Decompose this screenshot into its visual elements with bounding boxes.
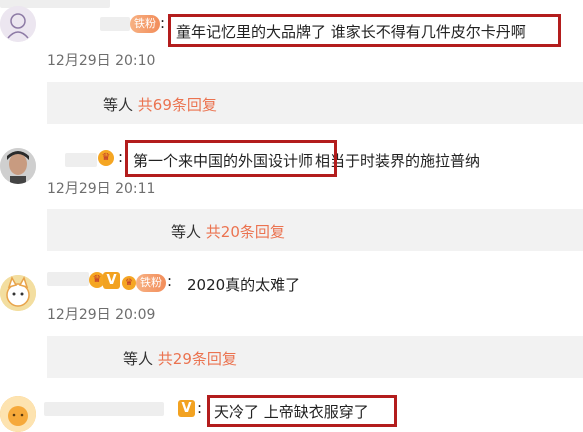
reply-prefix: 等人 bbox=[103, 96, 134, 114]
comment-time: 12月29日 20:09 bbox=[47, 307, 156, 323]
fans-badge: 铁粉 bbox=[136, 274, 166, 292]
colon: : bbox=[118, 148, 124, 166]
avatar[interactable] bbox=[0, 396, 36, 432]
avatar-illustration-icon bbox=[0, 6, 36, 42]
fans-crown-icon: ♛ bbox=[122, 276, 136, 290]
avatar-cat-icon bbox=[0, 275, 36, 311]
replies-link[interactable]: 共29条回复 bbox=[158, 350, 237, 368]
comment-text: 2020真的太难了 bbox=[187, 276, 301, 294]
crown-icon: ♛ bbox=[98, 150, 114, 166]
username[interactable] bbox=[65, 153, 97, 167]
reply-summary[interactable]: 等人 共29条回复 bbox=[47, 336, 583, 378]
reply-prefix: 等人 bbox=[171, 223, 202, 241]
avatar[interactable] bbox=[0, 148, 36, 184]
avatar-photo-icon bbox=[0, 148, 36, 184]
highlight-box bbox=[125, 140, 337, 177]
username[interactable] bbox=[44, 402, 164, 416]
highlight-box bbox=[168, 14, 561, 47]
colon: : bbox=[197, 399, 203, 417]
username[interactable] bbox=[100, 17, 130, 31]
comment-time: 12月29日 20:10 bbox=[47, 53, 156, 69]
reply-summary[interactable]: 等人 共20条回复 bbox=[47, 209, 583, 251]
reply-prefix: 等人 bbox=[123, 350, 154, 368]
replies-link[interactable]: 共69条回复 bbox=[138, 96, 217, 114]
comment-thread: { "comments": [ { "badge": "铁粉", "text":… bbox=[0, 0, 583, 432]
avatar-sun-icon bbox=[0, 396, 36, 432]
reply-summary[interactable]: 等人 共69条回复 bbox=[47, 82, 583, 124]
avatar[interactable] bbox=[0, 6, 36, 42]
vip-icon: V bbox=[103, 272, 120, 289]
colon: : bbox=[167, 272, 173, 290]
comment-text-rest: 相当于时装界的施拉普纳 bbox=[315, 152, 481, 170]
vip-icon: V bbox=[178, 400, 195, 417]
highlight-box bbox=[207, 395, 397, 427]
fans-badge: 铁粉 bbox=[130, 15, 160, 33]
username[interactable] bbox=[47, 272, 89, 286]
replies-link[interactable]: 共20条回复 bbox=[206, 223, 285, 241]
avatar[interactable] bbox=[0, 275, 36, 311]
colon: : bbox=[160, 14, 166, 32]
comment-time: 12月29日 20:11 bbox=[47, 181, 156, 197]
